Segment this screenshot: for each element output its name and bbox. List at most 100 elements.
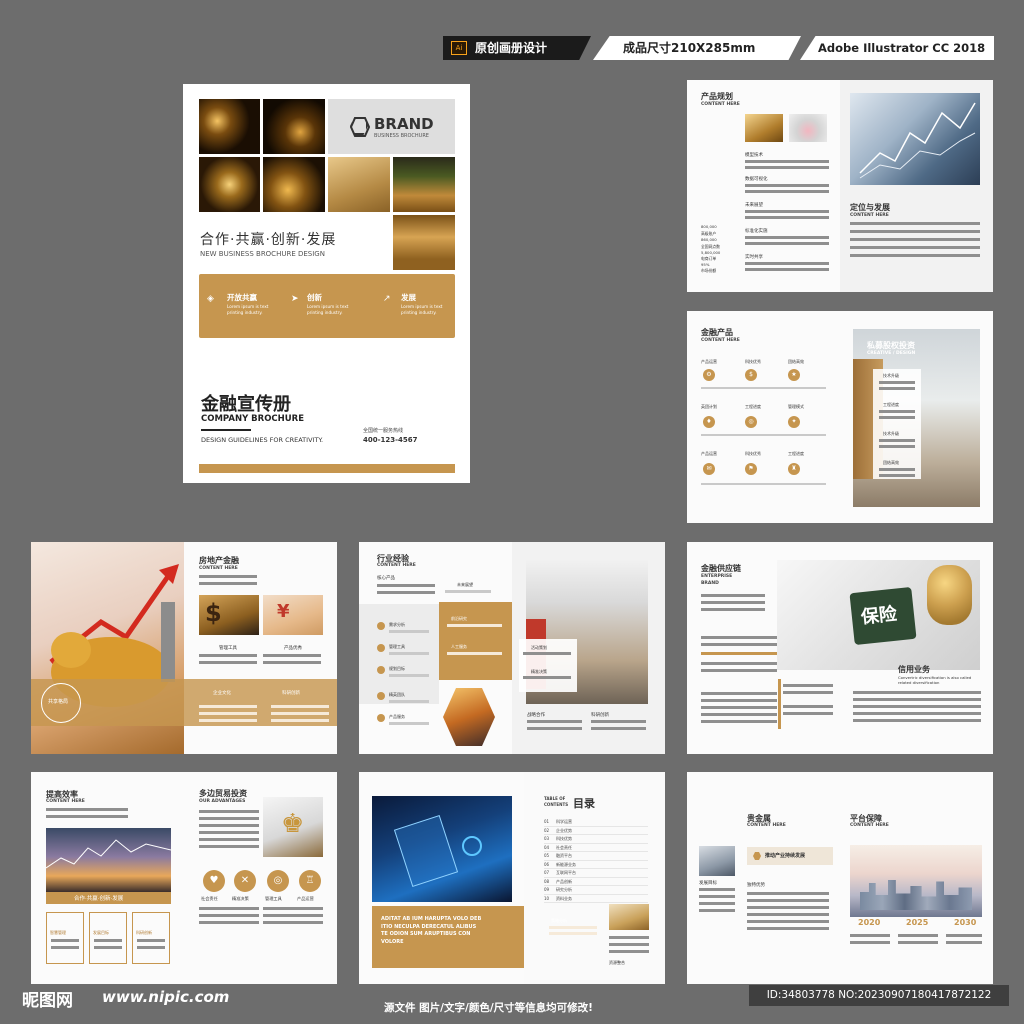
text-line [389,722,429,725]
text-line [783,712,833,715]
right-subtitle: OUR ADVANTAGES [199,799,246,804]
list-item: 需求分析 [389,622,405,627]
cover-image-bokeh-2 [263,99,325,154]
text-line [199,921,259,924]
brand-text: BRAND [374,115,434,133]
efficiency-banner: 合作·共赢·创新·发展 [46,892,171,904]
item-label: 未来展望 [745,203,763,208]
toc-row: 02 企业优势 [544,827,648,835]
stat-value: 5,800,000 [701,250,721,255]
icon-label: 管理工具 [265,896,282,901]
page-title: 金融产品 [701,328,733,337]
text-line [271,705,329,708]
text-line [850,941,890,944]
text-line [745,166,829,169]
item-label: 模型技术 [745,153,763,158]
text-line [199,810,259,813]
toc-row: 05 融资平台 [544,852,648,861]
stat-value: 860,000 [701,237,717,242]
text-line [853,705,981,708]
cover-slogan: 合作·共赢·创新·发展 [200,232,337,248]
text-line [591,720,646,723]
en-label-1: ENTERPRISE [701,574,733,579]
overlay-item: 精准决策 [531,669,547,674]
text-line [946,941,982,944]
text-line [850,254,980,257]
box-1: 智慧管理 [46,912,84,964]
text-line [699,902,735,905]
text-line [527,720,582,723]
content-here-label: CONTENT HERE [199,566,238,571]
item-label: 标准化实施 [745,229,768,234]
cover-divider [201,429,251,431]
text-line [389,674,429,677]
text-line [199,831,259,834]
toc-number: 06 [544,861,550,867]
text-line [699,895,735,898]
text-line [701,699,777,702]
text-line [898,934,938,937]
toc-row: 04 社会责任 [544,844,648,852]
cover-image-bokeh-4 [263,157,325,212]
text-line [199,907,259,910]
finance-icon: ★ [788,369,800,381]
feature-text: Lorem ipsum is text printing industry. [227,304,269,315]
sub-title: 独特优势 [747,883,765,888]
feature-title: 发展 [401,293,416,302]
text-line [745,210,829,213]
paper-plane-icon: ➤ [291,294,299,304]
finance-icon: ♜ [788,463,800,475]
toc-entry: 研究分析 [556,887,572,892]
text-line [783,691,833,694]
text-line [137,939,165,942]
nipic-url[interactable]: www.nipic.com [102,988,229,1006]
toc-number: 04 [544,844,550,850]
city-chart-lines [46,839,171,869]
cover-slogan-en: NEW BUSINESS BROCHURE DESIGN [200,250,325,258]
text-line [745,160,829,163]
text-line [445,590,491,593]
spread-product-planning: 产品规划 CONTENT HERE 模型技术 数据可视化 未来展望 标准化实施 … [687,80,993,292]
box-3: 科研创新 [132,912,170,964]
arrow-icon: ↗ [383,294,391,304]
box-label: 科研创新 [136,930,152,935]
share-badge-label: 共享格局 [48,699,69,705]
left-title: 发展目标 [699,881,717,886]
text-line [271,719,329,722]
header-bar: Ai 原创画册设计 成品尺寸210X285mm Adobe Illustrato… [0,0,1024,70]
text-line [591,727,646,730]
right-title: 多边贸易投资 [199,789,247,798]
chess-king-icon: ♚ [281,809,305,839]
text-line [199,914,259,917]
toc-list: 01 科学运营 02 企业优势 03 科技优势 04 社会责任 05 融资平台 06 新能源业务 07 互… [544,818,648,903]
puzzle-insurance-image: 保险 [777,560,980,670]
toc-row: 10 资料业务 [544,895,648,903]
divider-line [701,483,826,485]
text-line [447,624,502,627]
text-line [523,676,571,679]
cover-bottom-bar [199,464,455,473]
ai-icon: Ai [451,41,467,55]
text-line [271,712,329,715]
cover-title: 金融宣传册 [201,394,291,415]
text-line [549,926,597,929]
accent-line [701,652,777,655]
city-skyline-image [850,845,982,917]
bottom-label: 战略合作 [527,713,545,718]
icon-label: 精准决策 [232,896,249,901]
text-line [745,242,829,245]
toc-row: 06 新能源业务 [544,861,648,869]
text-line [745,236,829,239]
hotline-label: 全国统一服务热线 [363,428,404,434]
text-line [199,838,259,841]
text-line [701,720,777,723]
text-line [699,888,735,891]
text-line [850,222,980,225]
text-line [51,946,79,949]
toc-number: 09 [544,887,550,892]
text-line [853,712,981,715]
text-line [783,705,833,708]
tag-size: 成品尺寸210X285mm [593,36,801,60]
cover-title-en: COMPANY BROCHURE [201,414,305,424]
hand-heart-icon: ♥ [203,870,225,892]
